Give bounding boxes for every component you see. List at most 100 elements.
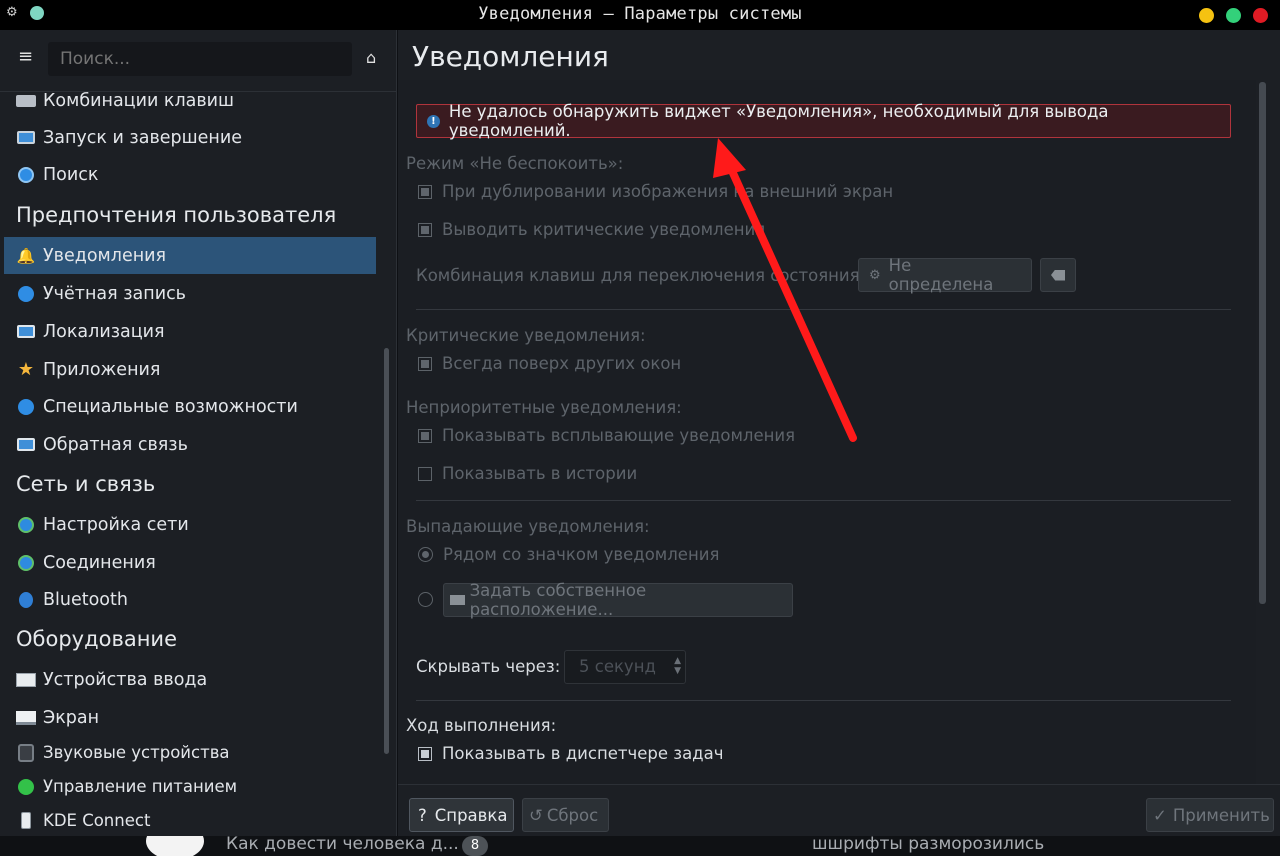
sidebar-item-search[interactable]: Поиск <box>4 156 376 193</box>
sidebar-item-feedback[interactable]: Обратная связь <box>4 426 376 463</box>
sidebar-item-startup[interactable]: Запуск и завершение <box>4 119 376 156</box>
sidebar-item-label: Экран <box>43 707 100 728</box>
maximize-button[interactable] <box>1226 8 1241 23</box>
sidebar-item-localization[interactable]: Локализация <box>4 313 376 350</box>
sidebar-item-input-devices[interactable]: Устройства ввода <box>4 661 376 698</box>
sidebar-item-audio[interactable]: Звуковые устройства <box>4 734 376 771</box>
sidebar-item-label: Устройства ввода <box>43 669 208 690</box>
help-button[interactable]: ? Справка <box>409 798 514 832</box>
backspace-icon <box>1051 269 1065 281</box>
hide-after-value: 5 секунд <box>579 657 656 676</box>
shortcut-label: Комбинация клавиш для переключения состо… <box>416 266 866 285</box>
custom-position-button[interactable]: Задать собственное расположение... <box>443 581 793 619</box>
critical-on-top-checkbox[interactable]: Всегда поверх других окон <box>418 354 681 373</box>
shortcut-button[interactable]: ⚙ Не определена <box>858 256 1032 294</box>
minimize-button[interactable] <box>1199 8 1214 23</box>
sidebar-item-kde-connect[interactable]: KDE Connect <box>4 802 376 839</box>
reset-button-label: Сброс <box>546 805 599 825</box>
sidebar-item-label: Специальные возможности <box>43 396 298 417</box>
footer-bar: ? Справка ↺ Сброс ✓ Применить <box>398 784 1280 836</box>
checkbox-label: Показывать в истории <box>442 464 638 483</box>
sidebar-item-label: Настройка сети <box>43 514 189 535</box>
sidebar-item-power[interactable]: Управление питанием <box>4 768 376 805</box>
page-title: Уведомления <box>412 40 609 73</box>
taskbar-text-1[interactable]: Как довести человека д... <box>226 836 459 854</box>
checkbox-label: Показывать всплывающие уведомления <box>442 426 796 445</box>
checkbox-label: Всегда поверх других окон <box>442 354 682 373</box>
popup-near-icon-radio[interactable]: Рядом со значком уведомления <box>418 545 719 564</box>
dnd-critical-checkbox[interactable]: Выводить критические уведомления <box>418 220 765 239</box>
search-input[interactable] <box>48 42 352 76</box>
separator <box>416 500 1231 501</box>
hamburger-menu-icon[interactable]: ≡ <box>18 48 34 66</box>
section-hardware: Оборудование <box>16 627 177 651</box>
globe-icon <box>16 553 36 573</box>
radio-label: Рядом со значком уведомления <box>443 545 720 564</box>
speaker-icon <box>16 743 36 763</box>
hide-after-label: Скрывать через: <box>416 657 561 676</box>
accessibility-icon <box>16 397 36 417</box>
monitor-icon <box>16 128 36 148</box>
sidebar-item-notifications[interactable]: 🔔 Уведомления <box>4 237 376 274</box>
search-icon <box>16 165 36 185</box>
sidebar-item-accessibility[interactable]: Специальные возможности <box>4 388 376 425</box>
home-icon[interactable]: ⌂ <box>366 48 376 67</box>
apply-button[interactable]: ✓ Применить <box>1146 798 1274 832</box>
sidebar: ≡ ⌂ Комбинации клавиш Запуск и завершени… <box>0 30 397 836</box>
separator <box>416 309 1231 310</box>
sidebar-item-account[interactable]: Учётная запись <box>4 275 376 312</box>
taskbar-text-2[interactable]: шшрифты разморозились <box>812 836 1044 854</box>
checkbox-box <box>418 222 432 237</box>
separator <box>416 700 1231 701</box>
globe-icon <box>16 515 36 535</box>
custom-position-label: Задать собственное расположение... <box>469 581 647 619</box>
spin-arrows-icon[interactable]: ▲ ▼ <box>674 656 681 676</box>
progress-taskman-checkbox[interactable]: Показывать в диспетчере задач <box>418 744 723 763</box>
low-priority-label: Неприоритетные уведомления: <box>406 398 682 417</box>
content-scrollbar[interactable] <box>1259 82 1266 604</box>
popup-custom-radio[interactable] <box>418 592 443 607</box>
sidebar-item-network-settings[interactable]: Настройка сети <box>4 506 376 543</box>
sidebar-item-label: Поиск <box>43 164 99 185</box>
sidebar-item-label: Уведомления <box>43 245 167 266</box>
star-icon: ★ <box>17 359 35 380</box>
apply-button-label: Применить <box>1172 805 1270 825</box>
sidebar-item-label: Локализация <box>43 321 165 342</box>
sidebar-item-bluetooth[interactable]: Bluetooth <box>4 581 376 618</box>
dnd-mirror-checkbox[interactable]: При дублировании изображения на внешний … <box>418 182 893 201</box>
clear-shortcut-button[interactable] <box>1040 258 1076 292</box>
checkbox-box <box>418 746 432 761</box>
checkbox-box <box>418 428 432 443</box>
checkbox-box <box>418 184 432 199</box>
low-popups-checkbox[interactable]: Показывать всплывающие уведомления <box>418 426 795 445</box>
checkbox-label: Выводить критические уведомления <box>442 220 766 239</box>
info-icon: ! <box>427 114 440 128</box>
chat-icon <box>16 322 36 342</box>
undo-icon: ↺ <box>529 805 543 825</box>
hide-after-spinbox[interactable]: 5 секунд ▲ ▼ <box>564 650 686 684</box>
sidebar-item-label: Звуковые устройства <box>43 743 230 762</box>
low-history-checkbox[interactable]: Показывать в истории <box>418 464 637 483</box>
power-icon <box>16 777 36 797</box>
sidebar-item-label: Запуск и завершение <box>43 127 243 148</box>
sidebar-item-label: Комбинации клавиш <box>43 90 235 111</box>
sidebar-item-display[interactable]: Экран <box>4 699 376 736</box>
feedback-icon <box>16 435 36 455</box>
keyboard-icon <box>16 91 36 111</box>
dnd-label: Режим «Не беспокоить»: <box>406 154 624 173</box>
shortcut-button-label: Не определена <box>888 256 994 294</box>
sidebar-item-label: KDE Connect <box>43 811 151 830</box>
sidebar-item-label: Учётная запись <box>43 283 186 304</box>
sidebar-scrollbar[interactable] <box>384 348 389 754</box>
sidebar-item-applications[interactable]: ★ Приложения <box>4 351 376 388</box>
help-icon: ? <box>418 805 427 825</box>
sidebar-item-shortcuts[interactable]: Комбинации клавиш <box>4 82 376 119</box>
radio-circle <box>418 592 433 607</box>
section-network: Сеть и связь <box>16 472 156 496</box>
sidebar-item-connections[interactable]: Соединения <box>4 544 376 581</box>
section-user-preferences: Предпочтения пользователя <box>16 203 337 227</box>
sidebar-item-label: Соединения <box>43 552 156 573</box>
close-button[interactable] <box>1253 8 1268 23</box>
sidebar-item-label: Обратная связь <box>43 434 188 455</box>
reset-button[interactable]: ↺ Сброс <box>522 798 609 832</box>
